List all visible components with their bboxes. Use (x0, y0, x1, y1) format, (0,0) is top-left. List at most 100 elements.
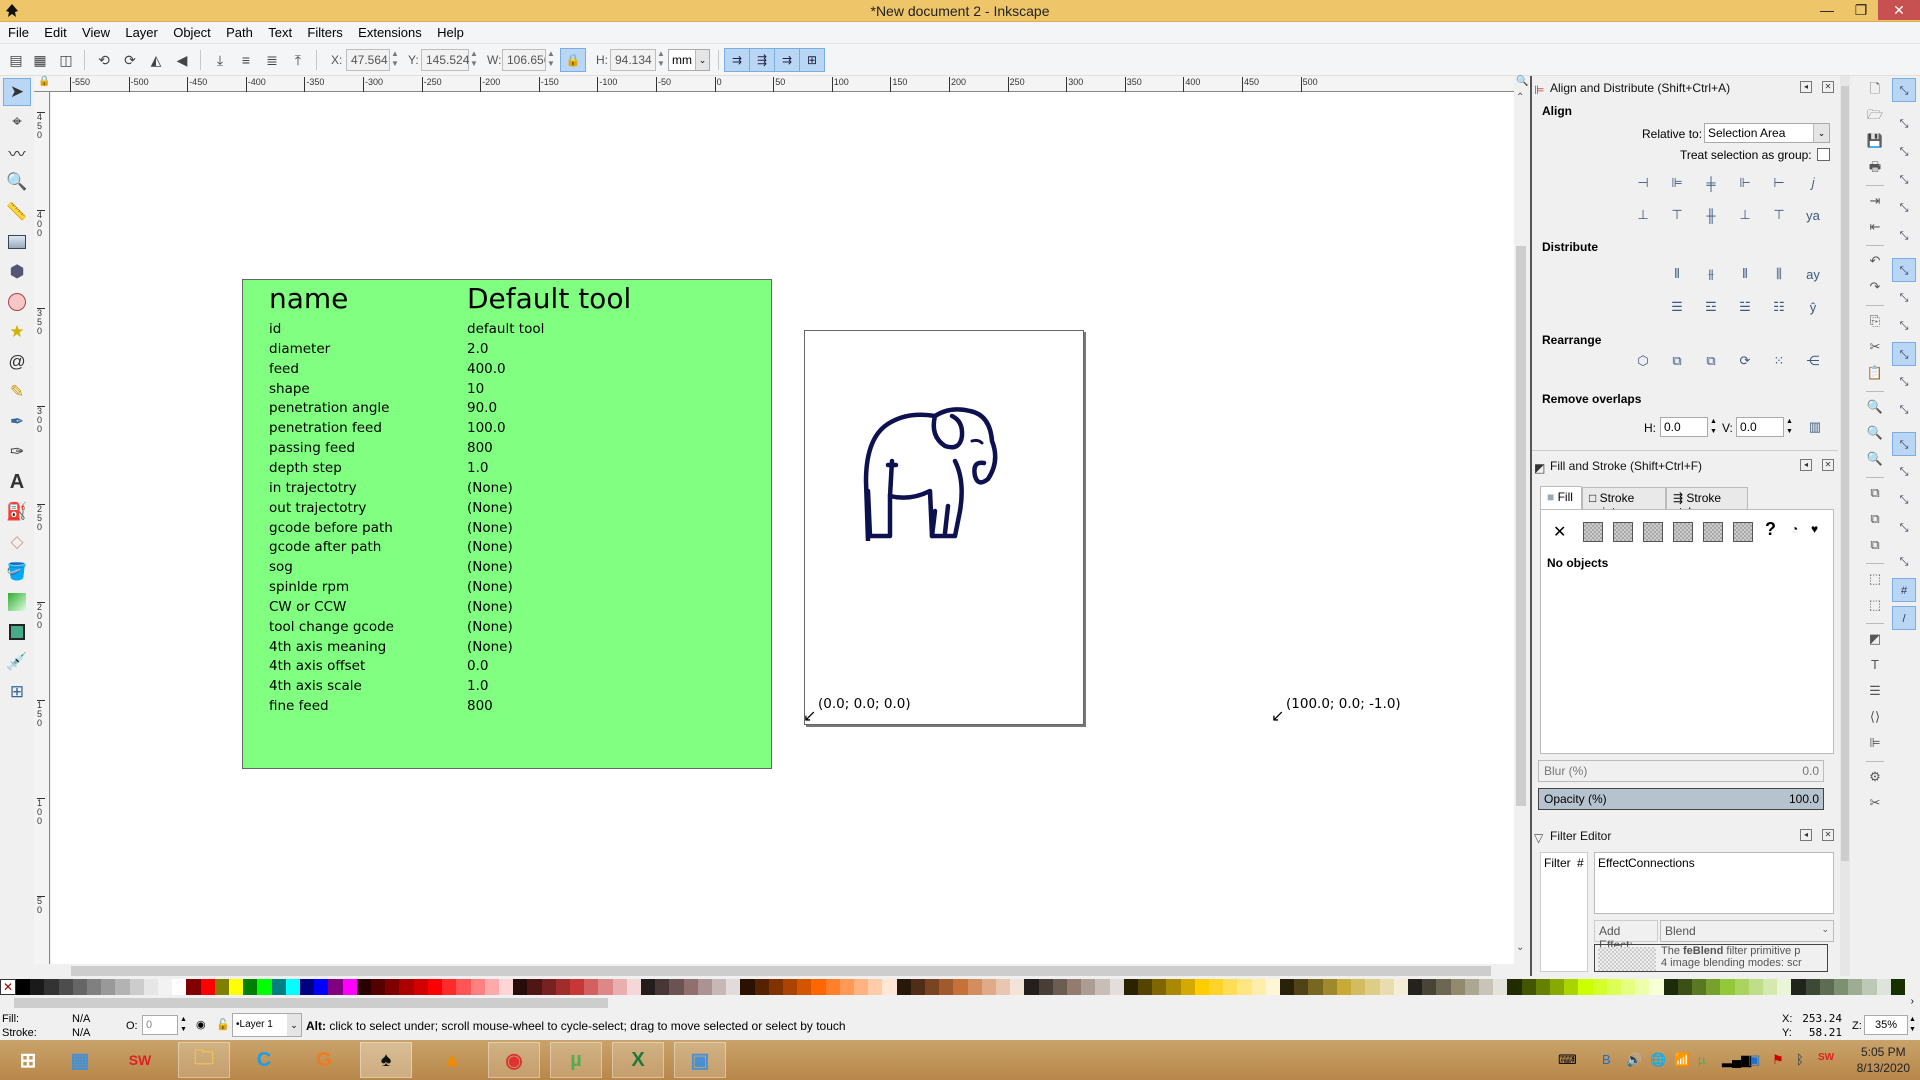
taskbar-vlc[interactable]: ▲ (426, 1042, 478, 1078)
palette-swatch[interactable] (896, 979, 911, 995)
paint-bucket-tool[interactable]: 🪣 (3, 558, 31, 586)
palette-swatch[interactable] (58, 979, 73, 995)
3d-box-tool[interactable]: ⬢ (3, 258, 31, 286)
palette-swatch[interactable] (1464, 979, 1479, 995)
palette-swatch[interactable] (1265, 979, 1281, 995)
palette-swatch[interactable] (413, 979, 428, 995)
palette-swatch[interactable] (72, 979, 88, 995)
palette-swatch[interactable] (1393, 979, 1408, 995)
canvas-horizontal-scrollbar[interactable] (51, 964, 1514, 978)
star-tool[interactable]: ★ (3, 318, 31, 346)
align-right-to-left-button[interactable]: ⊣ (1630, 170, 1656, 196)
spray-tool[interactable]: ⛽ (3, 498, 31, 526)
palette-swatch[interactable] (1294, 979, 1309, 995)
spiral-tool[interactable]: @ (3, 348, 31, 376)
connection-icon[interactable]: ▣ (1748, 1052, 1760, 1068)
layer-lock-icon[interactable]: 🔓 (216, 1018, 230, 1031)
palette-swatch[interactable] (129, 979, 144, 995)
fill-value[interactable]: N/A (72, 1013, 90, 1025)
open-button[interactable]: 🗁 (1864, 104, 1886, 126)
palette-swatch[interactable] (669, 979, 684, 995)
palette-swatch[interactable] (300, 979, 315, 995)
palette-swatch[interactable] (214, 979, 230, 995)
palette-swatch[interactable] (1890, 979, 1906, 995)
layers-button[interactable]: ☰ (1864, 680, 1886, 702)
palette-swatch[interactable] (839, 979, 854, 995)
palette-swatch[interactable] (484, 979, 499, 995)
exchange-clockwise-button[interactable]: ⟳ (1732, 348, 1758, 374)
palette-swatch[interactable] (626, 979, 641, 995)
swatch-button[interactable] (1733, 522, 1753, 542)
palette-swatch[interactable] (1606, 979, 1621, 995)
rearrange-graph-button[interactable]: ⬡ (1630, 348, 1656, 374)
palette-swatch[interactable] (1720, 979, 1735, 995)
group-button[interactable]: ⬚ (1864, 568, 1886, 590)
palette-swatch[interactable] (1322, 979, 1337, 995)
palette-swatch[interactable] (243, 979, 258, 995)
snap-text-baseline-toggle[interactable]: ⤡ (1892, 516, 1916, 540)
lower-to-bottom-icon[interactable]: ⤓ (210, 50, 230, 70)
menu-edit[interactable]: Edit (38, 22, 72, 44)
palette-swatch[interactable] (470, 979, 485, 995)
raise-to-top-icon[interactable]: ⤒ (288, 50, 308, 70)
opacity-slider[interactable]: Opacity (%) 100.0 (1538, 788, 1824, 810)
palette-swatch[interactable] (584, 979, 599, 995)
minimize-button[interactable]: — (1810, 0, 1844, 20)
ungroup-button[interactable]: ⬚ (1864, 594, 1886, 616)
palette-swatch[interactable] (910, 979, 925, 995)
snap-cusp-nodes-toggle[interactable]: ⤡ (1892, 342, 1916, 366)
flip-vertical-icon[interactable]: ◀ (172, 50, 192, 70)
unset-paint-button[interactable]: ? (1765, 519, 1776, 540)
palette-swatch[interactable] (868, 979, 883, 995)
randomize-positions-button[interactable]: ⁙ (1766, 348, 1792, 374)
text-font-button[interactable]: T (1864, 654, 1886, 676)
palette-swatch[interactable] (754, 979, 769, 995)
taskbar-ccleaner[interactable]: C (238, 1042, 290, 1078)
palette-swatch[interactable] (655, 979, 670, 995)
align-center-horizontal-button[interactable]: ╫ (1698, 202, 1724, 228)
palette-swatch[interactable] (1564, 979, 1579, 995)
snap-others-toggle[interactable]: ⤡ (1892, 432, 1916, 456)
tab-fill[interactable]: ■ Fill (1540, 486, 1582, 510)
distribute-baseline-h-button[interactable]: ay (1800, 261, 1826, 287)
move-patterns-toggle[interactable]: ⊞ (799, 48, 825, 72)
palette-swatch[interactable] (442, 979, 457, 995)
snap-intersections-toggle[interactable]: ⤡ (1892, 314, 1916, 338)
palette-swatch[interactable] (1152, 979, 1167, 995)
palette-swatch[interactable] (158, 979, 173, 995)
elephant-drawing[interactable] (860, 401, 1010, 541)
menu-file[interactable]: File (0, 22, 35, 44)
palette-swatch[interactable] (1450, 979, 1465, 995)
palette-swatch[interactable] (1422, 979, 1437, 995)
select-all-layers-icon[interactable]: ▦ (30, 50, 50, 70)
palette-swatch[interactable] (925, 979, 940, 995)
snap-paths-toggle[interactable]: ⤡ (1892, 286, 1916, 310)
align-bottom-to-top-button[interactable]: ⊥ (1630, 202, 1656, 228)
gradient-tool[interactable] (3, 588, 31, 616)
layer-select[interactable]: •Layer 1 ⌄ (232, 1013, 302, 1037)
palette-swatch[interactable] (1081, 979, 1096, 995)
palette-swatch[interactable] (1067, 979, 1082, 995)
align-top-to-bottom-button[interactable]: ⊤ (1766, 202, 1792, 228)
y-spinner[interactable]: ▲ ▼ (469, 49, 479, 71)
palette-swatch[interactable] (498, 979, 514, 995)
scrollbar-thumb[interactable] (1841, 86, 1849, 861)
palette-swatch[interactable] (768, 979, 783, 995)
palette-swatch[interactable] (1010, 979, 1025, 995)
palette-swatch[interactable] (811, 979, 826, 995)
snap-bbox-midpoint-toggle[interactable]: ⤡ (1892, 196, 1916, 220)
palette-swatch[interactable] (257, 979, 272, 995)
menu-filters[interactable]: Filters (301, 22, 348, 44)
measure-tool[interactable]: 📏 (3, 198, 31, 226)
close-panel-icon[interactable]: ✕ (1822, 81, 1834, 93)
align-left-to-right-button[interactable]: ⊢ (1766, 170, 1792, 196)
taskbar-foxit-pdf[interactable]: G (298, 1042, 350, 1078)
preferences-button[interactable]: ⚙ (1864, 766, 1886, 788)
mesh-tool[interactable] (3, 618, 31, 646)
palette-swatch[interactable] (1592, 979, 1607, 995)
node-tool[interactable]: ⌖ (3, 108, 31, 136)
snap-grids-toggle[interactable]: # (1892, 578, 1916, 602)
dock-scrollbar[interactable] (1840, 76, 1850, 976)
palette-swatch[interactable] (569, 979, 585, 995)
bluetooth-icon[interactable]: ᛒ (1796, 1052, 1804, 1067)
